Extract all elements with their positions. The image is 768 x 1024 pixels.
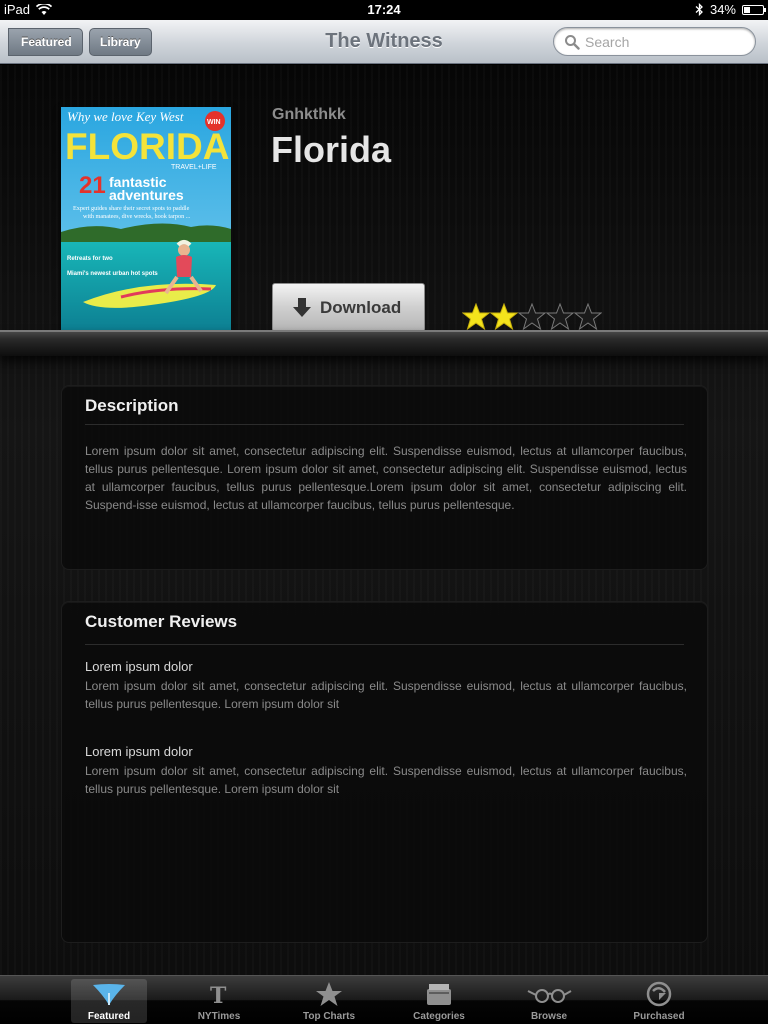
cover-image: Why we love Key West FLORIDA TRAVEL+LIFE… [61,107,231,332]
featured-icon [93,984,125,1005]
tab-categories[interactable]: Categories [401,979,477,1023]
nytimes-icon: T [210,983,227,1007]
star-filled-icon [462,303,490,331]
download-arrow-icon [293,297,311,317]
tab-label: Categories [413,1011,465,1022]
tab-label: Top Charts [302,1011,356,1022]
review-title: Lorem ipsum dolor [85,744,193,759]
cover-masthead: FLORIDA [65,126,229,167]
star-filled-icon [490,303,518,331]
search-icon [565,35,580,50]
cover-side-2: Miami's newest urban hot spots [67,271,158,277]
rating-stars [462,303,602,331]
cover-deck-2: with manatees, dive wrecks, hook tarpon … [83,213,191,220]
cover-subtitle: TRAVEL+LIFE [171,164,217,171]
description-text: Lorem ipsum dolor sit amet, consectetur … [85,444,687,512]
tab-featured[interactable]: Featured [71,979,147,1023]
shelf [0,330,768,356]
tab-label: Purchased [633,1011,685,1022]
cover-badge: WIN [207,119,221,126]
review-text: Lorem ipsum dolor sit amet, consectetur … [85,764,687,796]
battery-icon [742,4,766,15]
tab-nytimes[interactable]: T NYTimes [181,979,257,1023]
cover-headline-number: 21 [79,172,106,199]
review-title: Lorem ipsum dolor [85,659,193,674]
tab-label: Browse [530,1011,568,1022]
magazine-title: Florida [271,129,392,170]
cover-side-1: Retreats for two [67,256,113,262]
review-text: Lorem ipsum dolor sit amet, consectetur … [85,679,687,711]
status-bar: iPad 17:24 34% [0,0,768,20]
clock: 17:24 [367,2,401,17]
svg-text:T: T [210,983,227,1007]
tab-browse[interactable]: Browse [511,979,587,1023]
divider [85,644,684,645]
publisher-name: Gnhkthkk [272,106,346,123]
categories-icon [427,984,451,1005]
star-icon [316,982,342,1006]
download-label: Download [320,297,402,317]
reviews-heading: Customer Reviews [85,612,238,631]
star-empty-icon [546,303,574,331]
tab-label: Featured [87,1011,131,1022]
magazine-cover[interactable]: Why we love Key West FLORIDA TRAVEL+LIFE… [61,107,231,332]
star-empty-icon [518,303,546,331]
tab-bar: Featured T NYTimes Top Charts Categories… [0,975,768,1024]
cover-tagline: Why we love Key West [67,109,184,124]
purchased-icon [646,981,672,1007]
magazine-detail: Why we love Key West FLORIDA TRAVEL+LIFE… [0,65,768,975]
search-field[interactable] [553,27,756,56]
reviews-panel: Customer Reviews Lorem ipsum dolor Lorem… [61,601,708,943]
back-button[interactable]: Featured [8,28,83,56]
download-button[interactable]: Download [272,283,425,332]
bluetooth-icon [695,3,703,16]
description-heading: Description [85,396,179,415]
battery-percent: 34% [709,2,736,17]
tab-purchased[interactable]: Purchased [621,979,697,1023]
description-panel: Description Lorem ipsum dolor sit amet, … [61,385,708,570]
divider [85,424,684,425]
cover-headline-2: adventures [109,187,184,203]
tab-top-charts[interactable]: Top Charts [291,979,367,1023]
tab-label: NYTimes [197,1011,241,1022]
search-input[interactable] [585,32,745,52]
library-button[interactable]: Library [89,28,152,56]
navigation-bar: Featured Library The Witness [0,20,768,64]
star-empty-icon [574,303,602,331]
cover-deck-1: Expert guides share their secret spots t… [73,205,190,212]
glasses-icon [527,989,572,1003]
